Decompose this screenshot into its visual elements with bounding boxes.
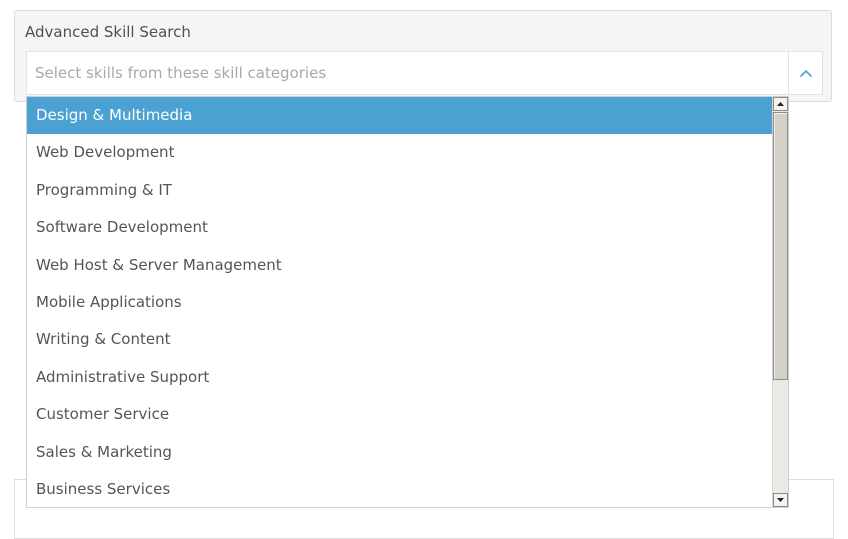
dropdown-option[interactable]: Sales & Marketing xyxy=(27,434,773,471)
dropdown-option[interactable]: Web Host & Server Management xyxy=(27,247,773,284)
chevron-up-icon xyxy=(799,69,812,77)
arrow-up-icon xyxy=(777,102,784,106)
dropdown-scrollbar[interactable] xyxy=(772,97,788,507)
dropdown-toggle-button[interactable] xyxy=(788,52,822,94)
dropdown-option[interactable]: Writing & Content xyxy=(27,321,773,358)
dropdown-option[interactable]: Design & Multimedia xyxy=(27,97,773,135)
skill-category-select[interactable] xyxy=(26,51,823,95)
category-dropdown-list: Design & Multimedia Web Development Prog… xyxy=(26,96,789,508)
panel-title: Advanced Skill Search xyxy=(25,23,191,41)
dropdown-option[interactable]: Software Development xyxy=(27,209,773,246)
scrollbar-thumb[interactable] xyxy=(773,112,788,380)
dropdown-option[interactable]: Customer Service xyxy=(27,396,773,433)
dropdown-option[interactable]: Web Development xyxy=(27,134,773,171)
arrow-down-icon xyxy=(777,498,784,502)
dropdown-option[interactable]: Business Services xyxy=(27,471,773,507)
scroll-up-button[interactable] xyxy=(773,97,788,111)
skill-search-input[interactable] xyxy=(27,52,787,94)
scroll-down-button[interactable] xyxy=(773,493,788,507)
dropdown-option[interactable]: Programming & IT xyxy=(27,172,773,209)
dropdown-option[interactable]: Mobile Applications xyxy=(27,284,773,321)
dropdown-option[interactable]: Administrative Support xyxy=(27,359,773,396)
